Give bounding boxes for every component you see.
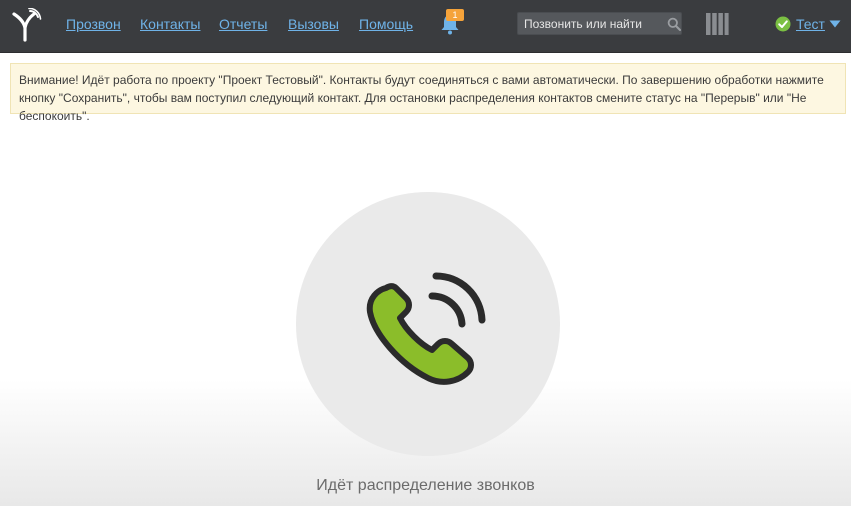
- notification-badge: 1: [446, 9, 464, 21]
- nav-link-contacts[interactable]: Контакты: [140, 16, 200, 32]
- project-alert: Внимание! Идёт работа по проекту "Проект…: [10, 63, 846, 123]
- nav-link-reports[interactable]: Отчеты: [219, 16, 267, 32]
- logo-icon[interactable]: [8, 8, 42, 42]
- distribution-status-text: Идёт распределение звонков: [316, 477, 535, 494]
- search-icon[interactable]: [667, 17, 681, 31]
- status-check-icon: [775, 16, 791, 32]
- nav-link-help[interactable]: Помощь: [359, 16, 413, 32]
- grid-icon[interactable]: [705, 12, 729, 36]
- nav-link-prozvon[interactable]: Прозвон: [66, 16, 121, 32]
- user-menu-name[interactable]: Тест: [796, 16, 825, 32]
- nav-link-calls[interactable]: Вызовы: [288, 16, 339, 32]
- phone-ringing-icon: [366, 272, 486, 385]
- chevron-down-icon[interactable]: [829, 20, 841, 28]
- search-box: [517, 12, 682, 35]
- top-navigation-bar: Прозвон Контакты Отчеты Вызовы Помощь 1 …: [0, 0, 851, 53]
- search-input[interactable]: [524, 16, 664, 32]
